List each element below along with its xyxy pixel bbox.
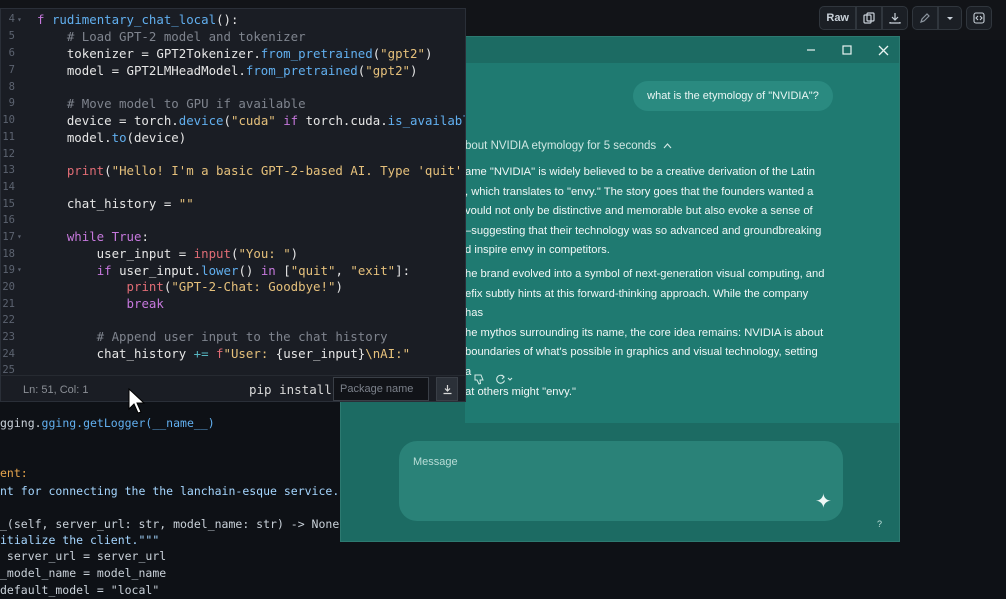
raw-button[interactable]: Raw — [819, 6, 856, 30]
code-line: # Move model to GPU if available — [37, 96, 306, 111]
mouse-pointer-icon — [128, 387, 146, 420]
assistant-paragraph: ame "NVIDIA" is widely believed to be a … — [465, 163, 825, 261]
code-square-icon[interactable] — [966, 6, 992, 30]
user-message-bubble: what is the etymology of "NVIDIA"? — [633, 81, 833, 111]
sparkle-icon[interactable]: ✦ — [815, 489, 832, 513]
line-number: 19 — [2, 264, 15, 276]
text-line: ame "NVIDIA" is widely believed to be a … — [465, 166, 815, 178]
code-line: break — [126, 296, 164, 311]
line-number: 12 — [2, 148, 15, 160]
copy-icon[interactable] — [856, 6, 882, 30]
close-icon[interactable] — [873, 40, 893, 60]
regenerate-icon[interactable] — [495, 373, 515, 388]
chevron-up-icon — [663, 140, 672, 152]
code-line: model.to(device) — [37, 130, 187, 145]
background-code: gging.gging.getLogger(__name__) ent: nt … — [0, 410, 360, 599]
install-download-icon[interactable] — [436, 377, 458, 401]
code-line: model = GPT2LMHeadModel.from_pretrained(… — [37, 63, 418, 78]
line-number: 15 — [2, 198, 15, 210]
line-number: 13 — [2, 164, 15, 176]
code-editor-window: 4 5 6 7 8 9 10 11 12 13 14 15 16 17 18 1… — [0, 8, 466, 402]
line-number: 14 — [2, 181, 15, 193]
line-number: 16 — [2, 214, 15, 226]
code-line: while True: — [66, 229, 149, 244]
text-line: , which translates to "envy." The story … — [465, 185, 814, 198]
line-number: 8 — [8, 81, 15, 93]
edit-group — [912, 6, 962, 30]
code-line: print("Hello! I'm a basic GPT-2-based AI… — [66, 163, 463, 178]
message-input[interactable] — [411, 451, 795, 473]
minimize-icon[interactable] — [801, 40, 821, 60]
fold-chevron-icon[interactable]: ▾ — [17, 232, 22, 241]
line-number: 6 — [8, 47, 15, 59]
assistant-paragraph: he brand evolved into a symbol of next-g… — [465, 265, 825, 402]
line-number: 10 — [2, 114, 15, 126]
code-line: itialize the client.""" — [0, 533, 160, 547]
code-line: chat_history += f"User: {user_input}\nAI… — [37, 346, 411, 361]
editor-status-bar: Ln: 51, Col: 1 pip install — [1, 375, 465, 401]
code-line: gging.gging.getLogger(__name__) — [0, 416, 215, 430]
pip-install-label: pip install — [249, 382, 332, 397]
raw-copy-download-group: Raw — [819, 6, 908, 30]
code-line: default_model = "local" — [0, 583, 160, 597]
fold-chevron-icon[interactable]: ▾ — [17, 265, 22, 274]
code-line: print("GPT-2-Chat: Goodbye!") — [126, 279, 343, 294]
thumbs-down-icon[interactable] — [473, 373, 485, 388]
code-line: tokenizer = GPT2Tokenizer.from_pretraine… — [37, 46, 433, 61]
line-number: 21 — [2, 298, 15, 310]
line-number: 23 — [2, 331, 15, 343]
code-line: user_input = input("You: ") — [37, 246, 299, 261]
text-line: –suggesting that their technology was so… — [465, 224, 822, 237]
file-toolbar: Raw — [819, 6, 992, 30]
line-number-gutter: 4 5 6 7 8 9 10 11 12 13 14 15 16 17 18 1… — [1, 9, 31, 376]
code-line: # Append user input to the chat history — [37, 329, 388, 344]
text-line: efix subtly hints at this forward-thinki… — [465, 287, 809, 320]
pencil-icon[interactable] — [912, 6, 938, 30]
chevron-down-icon[interactable] — [938, 6, 962, 30]
text-line: at others might "envy." — [465, 385, 576, 398]
message-composer[interactable]: ✦ — [399, 441, 843, 521]
code-line: nt for connecting the the lanchain-esque… — [0, 484, 361, 498]
package-name-input[interactable] — [333, 377, 429, 401]
line-number: 7 — [8, 64, 15, 76]
message-actions — [473, 373, 515, 388]
code-line: ent: — [0, 466, 28, 480]
text-line: vould not only be distinctive and memora… — [465, 205, 813, 218]
line-number: 5 — [8, 30, 15, 42]
help-button[interactable]: ? — [877, 519, 882, 529]
line-number: 17 — [2, 231, 15, 243]
cursor-position: Ln: 51, Col: 1 — [23, 384, 89, 396]
reasoning-label: bout NVIDIA etymology for 5 seconds — [465, 140, 657, 152]
line-number: 22 — [2, 314, 15, 326]
line-number: 18 — [2, 248, 15, 260]
text-line: he brand evolved into a symbol of next-g… — [465, 268, 825, 280]
code-line: _(self, server_url: str, model_name: str… — [0, 517, 347, 531]
code-line: _model_name = model_name — [0, 566, 167, 580]
line-number: 20 — [2, 281, 15, 293]
text-line: d inspire envy in competitors. — [465, 244, 610, 257]
text-line: he mythos surrounding its name, the core… — [465, 326, 824, 339]
line-number: 9 — [8, 97, 15, 109]
line-number: 4 — [8, 13, 15, 25]
reasoning-toggle[interactable]: bout NVIDIA etymology for 5 seconds — [465, 140, 672, 152]
code-line: device = torch.device("cuda" if torch.cu… — [37, 113, 465, 128]
line-number: 24 — [2, 348, 15, 360]
code-line: chat_history = "" — [37, 196, 194, 211]
code-line: # Load GPT-2 model and tokenizer — [37, 29, 306, 44]
code-line: server_url = server_url — [0, 549, 167, 563]
maximize-icon[interactable] — [837, 40, 857, 60]
download-icon[interactable] — [882, 6, 908, 30]
text-line: boundaries of what's possible in graphic… — [465, 346, 818, 378]
code-line: if user_input.lower() in ["quit", "exit"… — [96, 263, 411, 278]
code-line: f rudimentary_chat_local(): — [37, 12, 239, 27]
fold-chevron-icon[interactable]: ▾ — [17, 15, 22, 24]
line-number: 11 — [2, 131, 15, 143]
